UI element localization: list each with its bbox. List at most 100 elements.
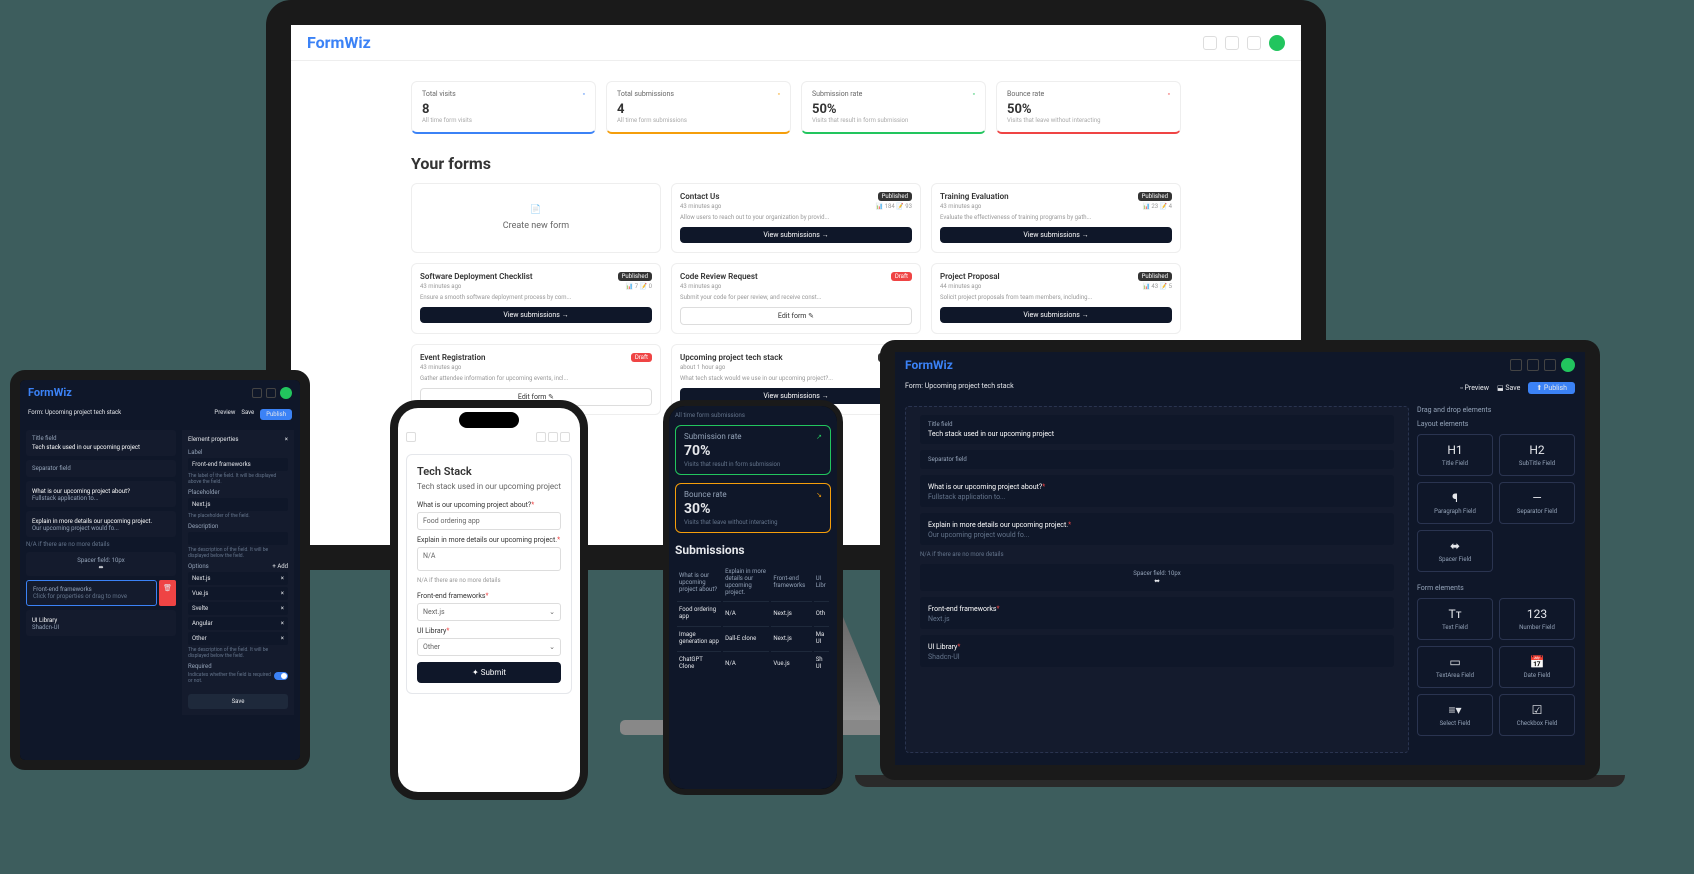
option-row[interactable]: Other× xyxy=(188,632,288,645)
element-cell[interactable]: —Separator Field xyxy=(1499,482,1575,524)
layout-elements-grid: H1Title FieldH2SubTitle Field¶Paragraph … xyxy=(1417,434,1575,572)
properties-panel: Element properties × Label Front-end fra… xyxy=(182,430,294,715)
form-action-button[interactable]: View submissions → xyxy=(940,307,1172,323)
ui-library-select[interactable]: Other ⌄ xyxy=(417,638,561,656)
form-action-button[interactable]: View submissions → xyxy=(680,227,912,243)
table-header: Front-end frameworks xyxy=(771,565,811,599)
label-input[interactable]: Front-end frameworks xyxy=(188,458,288,471)
close-icon[interactable]: × xyxy=(285,436,288,443)
theme-icon[interactable] xyxy=(1203,36,1217,50)
avatar[interactable] xyxy=(1561,358,1575,372)
breadcrumb-value: Upcoming project tech stack xyxy=(45,409,121,416)
select-field-selected[interactable]: Front-end frameworks Click for propertie… xyxy=(26,580,157,606)
submission-rate-card: Submission rate ↗ 70% Visits that result… xyxy=(675,425,831,475)
trend-up-icon: ↗ xyxy=(816,433,822,441)
fullscreen-icon[interactable] xyxy=(1247,36,1261,50)
trend-down-icon: ↘ xyxy=(816,491,822,499)
remove-option-icon[interactable]: × xyxy=(281,635,284,642)
save-button[interactable]: ⬓ Save xyxy=(1497,384,1520,392)
option-row[interactable]: Angular× xyxy=(188,617,288,630)
title-field[interactable]: Title field Tech stack used in our upcom… xyxy=(26,430,176,456)
section-title: Your forms xyxy=(291,144,1301,183)
question-field[interactable]: Explain in more details our upcoming pro… xyxy=(920,513,1394,545)
title-field[interactable]: Title field Tech stack used in our upcom… xyxy=(920,415,1394,444)
settings-icon[interactable] xyxy=(1527,359,1539,371)
elements-sidebar: Drag and drop elements Layout elements H… xyxy=(1417,406,1575,753)
fullscreen-icon[interactable] xyxy=(560,432,570,442)
project-about-input[interactable]: Food ordering app xyxy=(417,512,561,530)
element-cell[interactable]: H2SubTitle Field xyxy=(1499,434,1575,476)
laptop-device: FormWiz Form: Upcoming project tech stac… xyxy=(880,340,1600,780)
save-button[interactable]: Save xyxy=(241,409,254,420)
settings-icon[interactable] xyxy=(266,388,276,398)
brand-logo: FormWiz xyxy=(28,386,72,399)
remove-option-icon[interactable]: × xyxy=(281,620,284,627)
laptop-canvas[interactable]: Title field Tech stack used in our upcom… xyxy=(905,406,1409,753)
element-cell[interactable]: ⬌Spacer Field xyxy=(1417,530,1493,572)
create-form-card[interactable]: 📄Create new form xyxy=(411,183,661,253)
select-field[interactable]: Front-end frameworks* Next.js xyxy=(920,597,1394,629)
form-action-button[interactable]: View submissions → xyxy=(420,307,652,323)
element-cell[interactable]: ≡▾Select Field xyxy=(1417,694,1493,736)
theme-icon[interactable] xyxy=(536,432,546,442)
frameworks-select[interactable]: Next.js ⌄ xyxy=(417,603,561,621)
delete-button[interactable]: 🗑 xyxy=(159,580,176,606)
submissions-title: Submissions xyxy=(675,543,831,557)
submit-button[interactable]: ✦ Submit xyxy=(417,662,561,683)
form-action-button[interactable]: Edit form ✎ xyxy=(680,307,912,325)
element-cell[interactable]: ▭TextArea Field xyxy=(1417,646,1493,688)
preview-button[interactable]: ▫ Preview xyxy=(1460,384,1489,392)
required-toggle[interactable] xyxy=(274,672,288,680)
remove-option-icon[interactable]: × xyxy=(281,575,284,582)
save-properties-button[interactable]: Save xyxy=(188,694,288,709)
placeholder-input[interactable]: Next.js xyxy=(188,498,288,511)
question-field[interactable]: Explain in more details our upcoming pro… xyxy=(26,511,176,537)
breadcrumb-label: Form: xyxy=(28,409,43,416)
element-cell[interactable]: 123Number Field xyxy=(1499,598,1575,640)
spacer-field[interactable]: Spacer field: 10px ⬌ xyxy=(26,552,176,576)
element-cell[interactable]: TтText Field xyxy=(1417,598,1493,640)
brand-logo: FormWiz xyxy=(307,33,371,52)
form-card[interactable]: Contact UsPublished43 minutes ago📊 184 📝… xyxy=(671,183,921,253)
separator-field[interactable]: Separator field xyxy=(920,450,1394,469)
option-row[interactable]: Next.js× xyxy=(188,572,288,585)
fullscreen-icon[interactable] xyxy=(1544,359,1556,371)
phone-form-device: Tech Stack Tech stack used in our upcomi… xyxy=(390,400,588,800)
question-field[interactable]: What is our upcoming project about? Full… xyxy=(26,481,176,507)
form-card[interactable]: Training EvaluationPublished43 minutes a… xyxy=(931,183,1181,253)
separator-field[interactable]: Separator field xyxy=(26,460,176,477)
theme-icon[interactable] xyxy=(252,388,262,398)
element-cell[interactable]: 📅Date Field xyxy=(1499,646,1575,688)
option-row[interactable]: Svelte× xyxy=(188,602,288,615)
remove-option-icon[interactable]: × xyxy=(281,605,284,612)
form-action-button[interactable]: View submissions → xyxy=(940,227,1172,243)
table-header: Explain in more details our upcoming pro… xyxy=(723,565,769,599)
question-field[interactable]: What is our upcoming project about?* Ful… xyxy=(920,475,1394,507)
settings-icon[interactable] xyxy=(548,432,558,442)
menu-icon[interactable] xyxy=(406,432,416,442)
preview-button[interactable]: Preview xyxy=(214,409,235,420)
stat-card: Total submissions▫4All time form submiss… xyxy=(606,81,791,134)
publish-button[interactable]: ⬆ Publish xyxy=(1528,382,1575,394)
spacer-field[interactable]: Spacer field: 10px ⬌ xyxy=(920,564,1394,591)
remove-option-icon[interactable]: × xyxy=(281,590,284,597)
option-row[interactable]: Vue.js× xyxy=(188,587,288,600)
avatar[interactable] xyxy=(280,387,292,399)
theme-icon[interactable] xyxy=(1510,359,1522,371)
select-field[interactable]: UI Library Shadcn-UI xyxy=(26,610,176,636)
element-cell[interactable]: ¶Paragraph Field xyxy=(1417,482,1493,524)
element-cell[interactable]: ☑Checkbox Field xyxy=(1499,694,1575,736)
form-card[interactable]: Project ProposalPublished44 minutes ago📊… xyxy=(931,263,1181,334)
avatar[interactable] xyxy=(1269,35,1285,51)
form-card[interactable]: Software Deployment ChecklistPublished43… xyxy=(411,263,661,334)
select-field[interactable]: UI Library* Shadcn-UI xyxy=(920,635,1394,667)
desktop-topbar: FormWiz xyxy=(291,25,1301,61)
bounce-rate-card: Bounce rate ↘ 30% Visits that leave with… xyxy=(675,483,831,533)
project-details-textarea[interactable]: N/A xyxy=(417,547,561,571)
add-option-button[interactable]: + Add xyxy=(272,563,288,572)
form-card[interactable]: Code Review RequestDraft43 minutes agoSu… xyxy=(671,263,921,334)
publish-button[interactable]: Publish xyxy=(260,409,292,420)
settings-icon[interactable] xyxy=(1225,36,1239,50)
description-input[interactable] xyxy=(188,532,288,545)
element-cell[interactable]: H1Title Field xyxy=(1417,434,1493,476)
